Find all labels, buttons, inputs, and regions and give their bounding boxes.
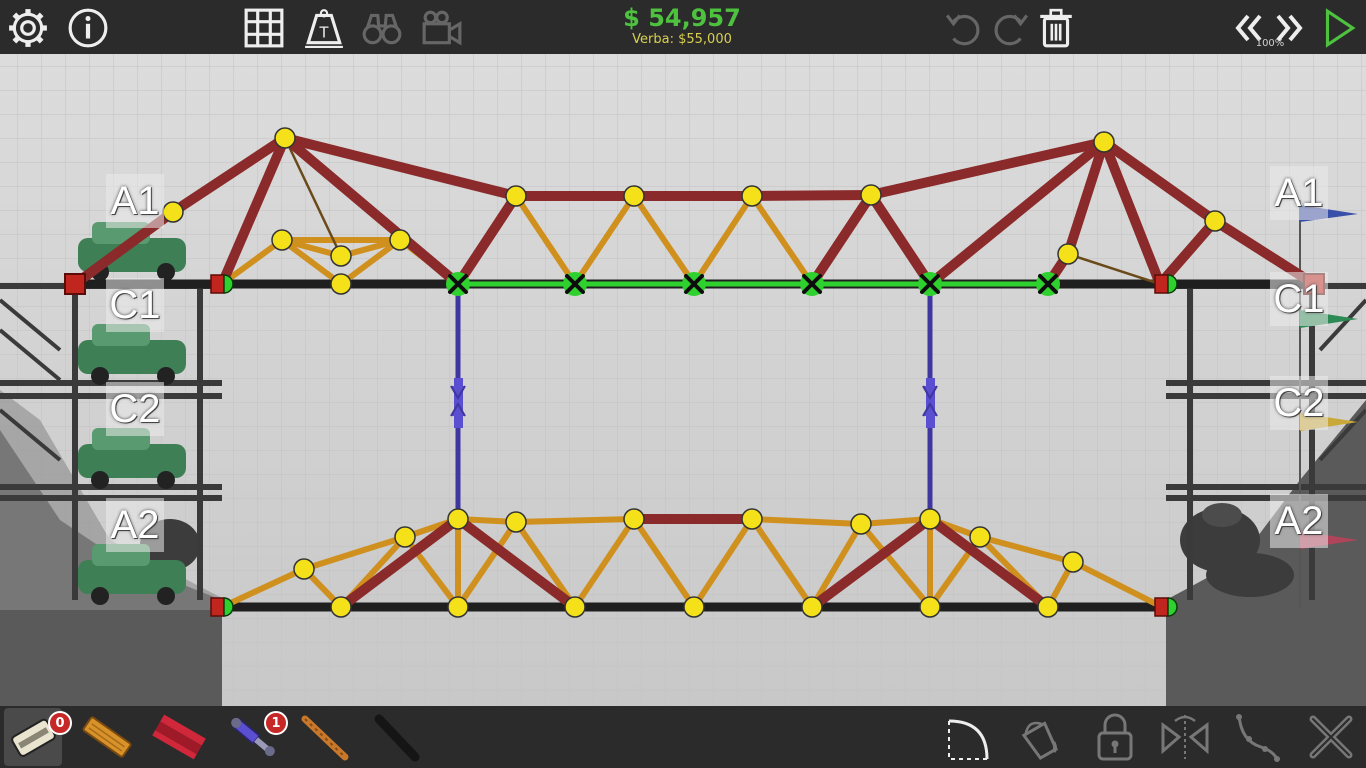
binoculars-icon[interactable] bbox=[360, 6, 404, 50]
info-icon[interactable] bbox=[66, 6, 110, 50]
wood-material-icon bbox=[82, 716, 132, 758]
steel-material-icon bbox=[152, 714, 206, 760]
mirror-button[interactable] bbox=[1156, 708, 1214, 766]
lane-label-left-a2: A2 bbox=[106, 498, 164, 552]
hydraulic-count-badge: 1 bbox=[264, 711, 288, 735]
arc-tool-icon bbox=[948, 719, 989, 760]
video-camera-icon[interactable] bbox=[420, 6, 464, 50]
lane-label-left-c2: C2 bbox=[106, 382, 164, 436]
play-icon[interactable] bbox=[1316, 6, 1360, 50]
simulation-speed: 100% bbox=[1255, 38, 1285, 49]
undo-icon[interactable] bbox=[942, 6, 986, 50]
lane-label-left-c1: C1 bbox=[106, 278, 164, 332]
lane-label-left-a1: A1 bbox=[106, 174, 164, 228]
grid-icon[interactable] bbox=[242, 6, 286, 50]
spline-icon bbox=[1236, 714, 1280, 762]
weight-icon[interactable]: T bbox=[302, 6, 346, 50]
lock-button[interactable] bbox=[1086, 708, 1144, 766]
gear-icon[interactable] bbox=[6, 6, 50, 50]
cable-material-button[interactable] bbox=[368, 708, 426, 766]
weight-icon-letter: T bbox=[319, 24, 330, 41]
lane-label-right-c2: C2 bbox=[1270, 376, 1328, 430]
mirror-icon bbox=[1161, 715, 1209, 759]
top-toolbar: T $ 54,957 Verba: $55,000 100% bbox=[0, 0, 1366, 54]
budget-value: $ 54,957 bbox=[623, 4, 741, 32]
arc-tool-button[interactable] bbox=[940, 708, 998, 766]
paint-bucket-button[interactable] bbox=[1012, 708, 1070, 766]
trash-icon[interactable] bbox=[1034, 6, 1078, 50]
lane-label-right-a2: A2 bbox=[1270, 494, 1328, 548]
lane-label-right-c1: C1 bbox=[1270, 272, 1328, 326]
budget-limit: Verba: $55,000 bbox=[632, 32, 732, 47]
lock-icon bbox=[1097, 713, 1133, 761]
road-count-badge: 0 bbox=[48, 711, 72, 735]
spline-button[interactable] bbox=[1228, 708, 1286, 766]
redo-icon[interactable] bbox=[988, 6, 1032, 50]
steel-material-button[interactable] bbox=[150, 708, 208, 766]
cable-material-icon bbox=[374, 714, 420, 762]
budget-display: $ 54,957 Verba: $55,000 bbox=[566, 4, 798, 48]
rope-material-icon bbox=[301, 715, 349, 761]
paint-bucket-icon bbox=[1021, 721, 1058, 761]
close-icon bbox=[1309, 715, 1353, 759]
wood-material-button[interactable] bbox=[78, 708, 136, 766]
close-button[interactable] bbox=[1302, 708, 1360, 766]
bridge-canvas[interactable]: A1 C1 C2 A2 A1 C1 C2 A2 bbox=[0, 54, 1366, 706]
rope-material-button[interactable] bbox=[296, 708, 354, 766]
lane-label-right-a1: A1 bbox=[1270, 166, 1328, 220]
